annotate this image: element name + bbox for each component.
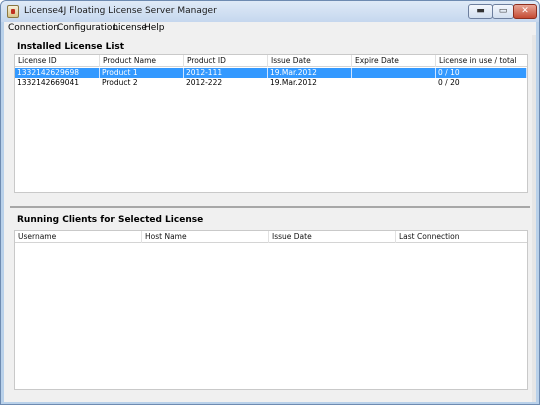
column-header-issue-date[interactable]: Issue Date <box>268 55 352 67</box>
cell-license-id: 1332142669041 <box>17 78 80 87</box>
column-header-license-in-use[interactable]: License in use / total <box>436 55 527 67</box>
column-header-product-id[interactable]: Product ID <box>184 55 268 67</box>
menu-connection[interactable]: Connection <box>8 23 59 33</box>
column-header-last-connection[interactable]: Last Connection <box>396 231 527 243</box>
cell-expire-date <box>352 78 436 88</box>
cell-license-in-use: 0 / 20 <box>438 78 460 87</box>
split-pane-divider[interactable] <box>10 206 530 208</box>
cell-issue-date: 19.Mar.2012 <box>268 68 352 78</box>
installed-license-table[interactable]: License ID Product Name Product ID Issue… <box>14 54 528 193</box>
column-header-client-issue-date[interactable]: Issue Date <box>269 231 396 243</box>
close-button[interactable]: ✕ <box>513 4 537 19</box>
cell-product-id: 2012-111 <box>184 68 268 78</box>
running-clients-table-header: Username Host Name Issue Date Last Conne… <box>15 231 527 243</box>
installed-license-table-header: License ID Product Name Product ID Issue… <box>15 55 527 67</box>
running-clients-table[interactable]: Username Host Name Issue Date Last Conne… <box>14 230 528 390</box>
menu-help[interactable]: Help <box>144 23 165 33</box>
java-app-icon <box>7 5 19 18</box>
maximize-button[interactable]: ▭ <box>492 4 514 19</box>
menu-license[interactable]: License <box>113 23 147 33</box>
minimize-button[interactable]: ▬ <box>468 4 493 19</box>
menu-configuration[interactable]: Configuration <box>57 23 118 33</box>
cell-product-id: 2012-222 <box>186 78 223 87</box>
main-content: Installed License List License ID Produc… <box>4 35 536 402</box>
cell-expire-date <box>352 68 436 78</box>
column-header-username[interactable]: Username <box>15 231 142 243</box>
cell-product-name: Product 2 <box>102 78 138 87</box>
title-bar[interactable]: License4J Floating License Server Manage… <box>1 1 539 22</box>
cell-license-in-use: 0 / 10 <box>436 68 527 78</box>
column-header-expire-date[interactable]: Expire Date <box>352 55 436 67</box>
installed-license-list-title: Installed License List <box>17 42 125 52</box>
column-header-product-name[interactable]: Product Name <box>100 55 184 67</box>
cell-license-id: 1332142629698 <box>15 68 100 78</box>
window-title: License4J Floating License Server Manage… <box>24 6 217 16</box>
cell-product-name: Product 1 <box>100 68 184 78</box>
menu-bar: Connection Configuration License Help <box>4 22 536 35</box>
column-header-host-name[interactable]: Host Name <box>142 231 269 243</box>
app-window: License4J Floating License Server Manage… <box>0 0 540 405</box>
vertical-scrollbar[interactable] <box>532 35 536 402</box>
column-header-license-id[interactable]: License ID <box>15 55 100 67</box>
cell-issue-date: 19.Mar.2012 <box>270 78 317 87</box>
table-row[interactable]: 1332142669041 Product 2 2012-222 19.Mar.… <box>15 78 527 88</box>
table-row[interactable]: 1332142629698 Product 1 2012-111 19.Mar.… <box>15 68 527 78</box>
running-clients-title: Running Clients for Selected License <box>17 215 204 225</box>
